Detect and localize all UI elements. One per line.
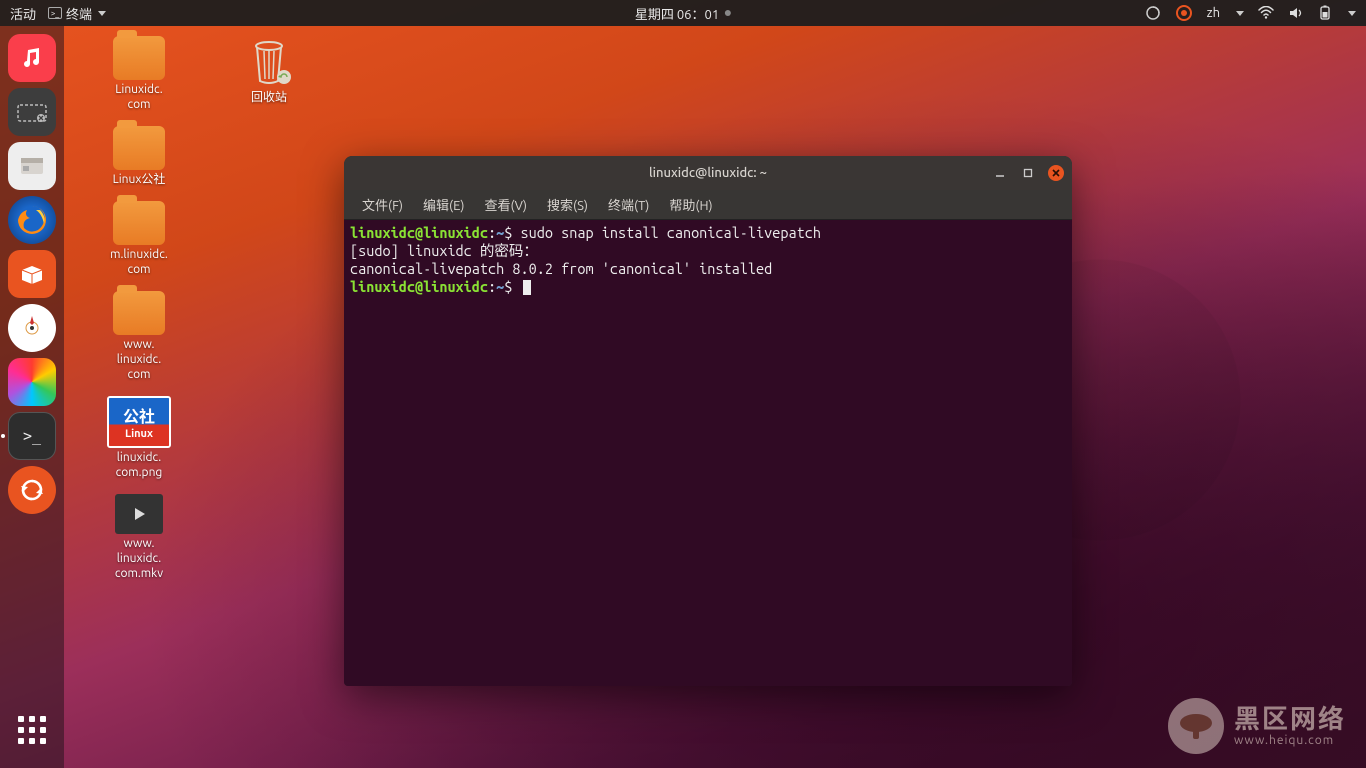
terminal-line: [sudo] linuxidc 的密码： [350,242,1066,260]
desktop-icon-label: m.linuxidc. com [110,247,168,277]
desktop-icon[interactable]: Linux公社 [94,126,184,187]
dock-colors[interactable] [8,358,56,406]
desktop-trash[interactable]: 回收站 [224,36,314,105]
window-title: linuxidc@linuxidc: ~ [344,166,1072,180]
window-menubar: 文件(F)编辑(E)查看(V)搜索(S)终端(T)帮助(H) [344,190,1072,220]
dock-updates[interactable] [8,466,56,514]
terminal-line: linuxidc@linuxidc:~$ [350,278,1066,296]
dock-firefox[interactable] [8,196,56,244]
video-thumbnail-icon [115,494,163,534]
desktop-icon-label: Linuxidc. com [115,82,162,112]
dock-software[interactable] [8,250,56,298]
cursor-icon [523,280,531,295]
menu-item[interactable]: 搜索(S) [539,192,596,217]
window-close-button[interactable] [1048,165,1064,181]
watermark-logo-icon [1168,698,1224,754]
input-method-indicator[interactable]: zh [1207,6,1220,20]
desktop-icon-label: 回收站 [251,90,287,105]
watermark: 黑区网络 www.heiqu.com [1168,698,1346,754]
desktop-icon[interactable]: 公社Linuxlinuxidc. com.png [94,396,184,480]
terminal-line: canonical-livepatch 8.0.2 from 'canonica… [350,260,1066,278]
desktop-icon-label: www. linuxidc. com [117,337,161,382]
clock[interactable]: 星期四 06：01 [635,4,731,23]
volume-icon[interactable] [1288,6,1304,20]
desktop-icon[interactable]: Linuxidc. com [94,36,184,112]
window-maximize-button[interactable] [1020,165,1036,181]
desktop-icon-label: www. linuxidc. com.mkv [115,536,163,581]
tray-icon-1[interactable] [1145,5,1161,21]
notification-dot-icon [725,10,731,16]
activities-button[interactable]: 活动 [10,4,36,23]
current-app-label: 终端 [66,4,92,23]
desktop-icon-label: Linux公社 [113,172,166,187]
menu-item[interactable]: 终端(T) [600,192,657,217]
menu-item[interactable]: 帮助(H) [661,192,720,217]
terminal-window: linuxidc@linuxidc: ~ 文件(F)编辑(E)查看(V)搜索(S… [344,156,1072,686]
dock-files[interactable] [8,142,56,190]
battery-icon[interactable] [1318,5,1332,21]
chevron-down-icon [1348,11,1356,16]
chevron-down-icon [1236,11,1244,16]
desktop-icon[interactable]: www. linuxidc. com.mkv [94,494,184,581]
menu-item[interactable]: 编辑(E) [415,192,472,217]
folder-icon [113,201,165,245]
dock-terminal[interactable]: >_ [8,412,56,460]
chevron-down-icon [98,11,106,16]
trash-icon [243,36,295,88]
menu-item[interactable]: 文件(F) [354,192,411,217]
desktop-icon-label: linuxidc. com.png [116,450,163,480]
terminal-icon: >_ [48,7,62,19]
top-bar: 活动 >_ 终端 星期四 06：01 zh [0,0,1366,26]
current-app-indicator[interactable]: >_ 终端 [48,4,106,23]
menu-item[interactable]: 查看(V) [477,192,535,217]
tray-icon-2[interactable] [1175,4,1193,22]
watermark-subtitle: www.heiqu.com [1234,734,1346,747]
folder-icon [113,126,165,170]
dock-music[interactable] [8,34,56,82]
folder-icon [113,36,165,80]
image-thumbnail-icon: 公社Linux [107,396,171,448]
folder-icon [113,291,165,335]
dock-utilities[interactable] [8,304,56,352]
terminal-line: linuxidc@linuxidc:~$ sudo snap install c… [350,224,1066,242]
show-applications-button[interactable] [8,706,56,754]
watermark-title: 黑区网络 [1234,705,1346,734]
wifi-icon[interactable] [1258,6,1274,20]
dock: >_ [0,26,64,768]
terminal-output[interactable]: linuxidc@linuxidc:~$ sudo snap install c… [344,220,1072,686]
desktop-area[interactable]: Linuxidc. com Linux公社 m.linuxidc. com www. … [64,26,1366,768]
desktop-icon[interactable]: www. linuxidc. com [94,291,184,382]
window-titlebar[interactable]: linuxidc@linuxidc: ~ [344,156,1072,190]
desktop-icon[interactable]: m.linuxidc. com [94,201,184,277]
dock-screenshot[interactable] [8,88,56,136]
window-minimize-button[interactable] [992,165,1008,181]
